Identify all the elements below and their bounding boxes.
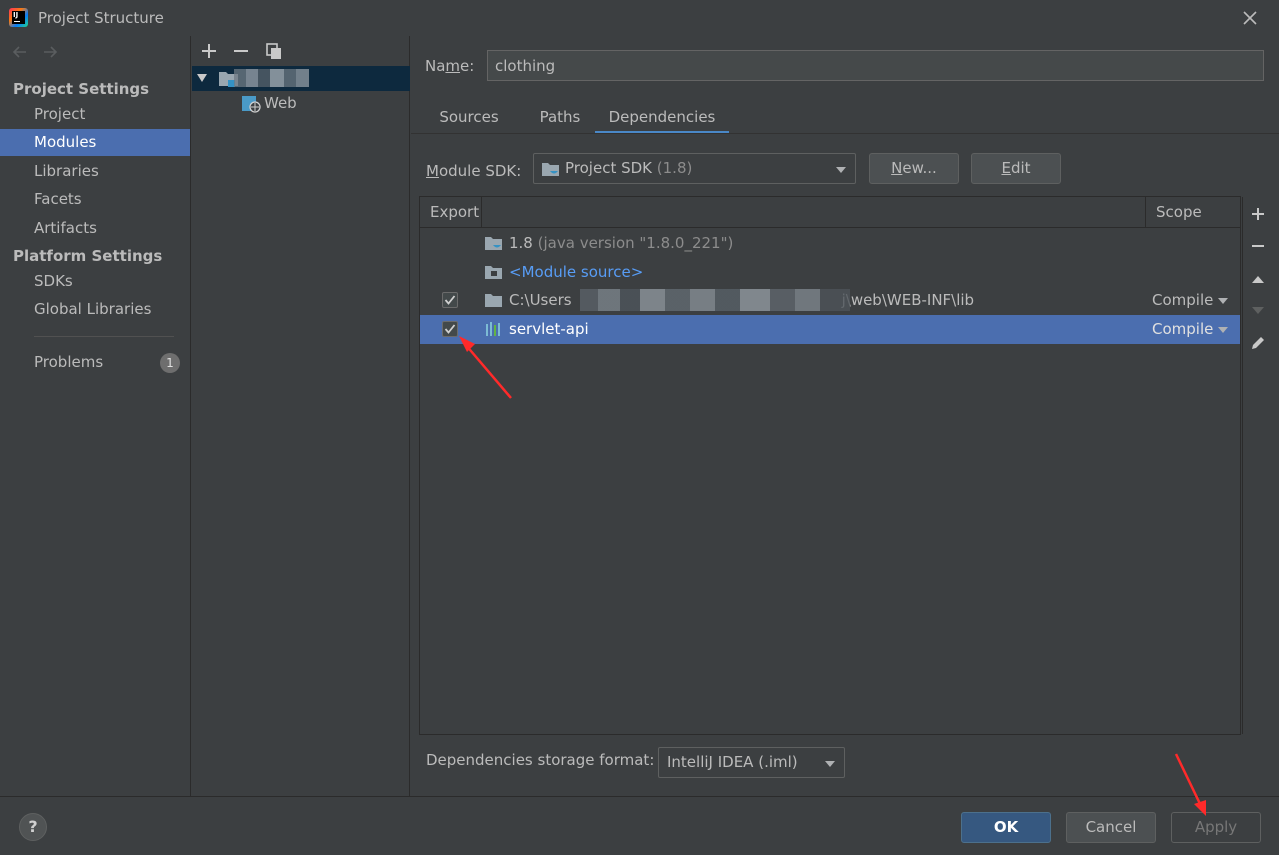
remove-dependency-icon[interactable]: [1247, 235, 1269, 257]
module-source-link[interactable]: <Module source>: [509, 263, 643, 281]
tab-sources[interactable]: Sources: [423, 100, 515, 134]
module-name-input[interactable]: [487, 50, 1264, 81]
platform-settings-title: Platform Settings: [13, 247, 163, 265]
library-icon: [486, 322, 500, 336]
web-facet-icon: [242, 96, 261, 113]
table-header: Export Scope: [420, 197, 1240, 228]
check-icon: [444, 324, 456, 334]
table-toolbar: [1242, 197, 1272, 734]
jdk-folder-icon: [485, 237, 502, 250]
column-export[interactable]: Export: [430, 197, 479, 228]
column-separator: [1145, 197, 1146, 228]
check-icon: [444, 295, 456, 305]
dependencies-table: Export Scope 1.8 (java version "1.8.0_22…: [419, 196, 1241, 735]
dependency-name: servlet-api: [509, 320, 589, 338]
chevron-down-icon: [836, 167, 846, 173]
export-checkbox[interactable]: [442, 321, 458, 337]
name-label: Name:: [425, 57, 475, 75]
settings-sidebar: Project Settings Project Modules Librari…: [0, 36, 191, 796]
table-row[interactable]: C:\Users j\web\WEB-INF\lib Compile: [420, 286, 1240, 315]
storage-format-dropdown[interactable]: IntelliJ IDEA (.iml): [658, 747, 845, 778]
chevron-down-icon: [1218, 297, 1229, 304]
sidebar-item-global-libraries[interactable]: Global Libraries: [0, 296, 190, 323]
move-down-icon[interactable]: [1247, 299, 1269, 321]
remove-icon[interactable]: [230, 40, 252, 62]
sidebar-item-project[interactable]: Project: [0, 101, 190, 128]
chevron-down-icon: [825, 761, 835, 767]
sidebar-divider: [34, 336, 174, 337]
folder-icon: [485, 294, 502, 307]
add-icon[interactable]: [198, 40, 220, 62]
move-up-icon[interactable]: [1247, 268, 1269, 290]
apply-button[interactable]: Apply: [1171, 812, 1261, 843]
close-icon[interactable]: [1240, 8, 1260, 28]
tree-item-web-facet[interactable]: Web: [192, 91, 410, 116]
scope-dropdown[interactable]: Compile: [1152, 320, 1229, 338]
web-facet-label: Web: [264, 94, 297, 112]
storage-format-value: IntelliJ IDEA (.iml): [667, 753, 798, 771]
sdk-version: (1.8): [656, 159, 693, 177]
tab-paths[interactable]: Paths: [527, 100, 593, 134]
sidebar-item-sdks[interactable]: SDKs: [0, 268, 190, 295]
copy-icon[interactable]: [263, 40, 285, 62]
sdk-value: Project SDK: [565, 159, 652, 177]
problems-label: Problems: [34, 353, 104, 371]
module-sdk-dropdown[interactable]: Project SDK (1.8): [533, 153, 856, 184]
cancel-button[interactable]: Cancel: [1066, 812, 1156, 843]
back-arrow-icon[interactable]: [10, 42, 30, 62]
tab-dependencies[interactable]: Dependencies: [595, 100, 729, 134]
ok-button[interactable]: OK: [961, 812, 1051, 843]
table-row[interactable]: 1.8 (java version "1.8.0_221"): [420, 229, 1240, 258]
table-row[interactable]: <Module source>: [420, 258, 1240, 287]
window-title: Project Structure: [38, 9, 164, 27]
tree-item-module[interactable]: [192, 66, 410, 91]
scope-dropdown[interactable]: Compile: [1152, 291, 1229, 309]
edit-sdk-button[interactable]: Edit: [971, 153, 1061, 184]
intellij-logo-icon: IJ: [9, 8, 28, 27]
module-tree-panel: Web: [192, 36, 410, 796]
sidebar-item-libraries[interactable]: Libraries: [0, 158, 190, 185]
column-separator: [481, 197, 482, 228]
table-row[interactable]: servlet-api Compile: [420, 315, 1240, 344]
project-settings-title: Project Settings: [13, 80, 150, 98]
redacted-path: [580, 289, 850, 311]
chevron-down-icon: [1218, 326, 1229, 333]
module-details-panel: Name: Sources Paths Dependencies Module …: [411, 36, 1279, 796]
sidebar-item-problems[interactable]: Problems 1: [0, 349, 190, 376]
dialog-footer: ? OK Cancel Apply: [0, 796, 1279, 855]
expand-triangle-icon[interactable]: [197, 73, 207, 83]
module-source-folder-icon: [485, 266, 502, 279]
tabs-divider: [411, 133, 1279, 134]
sidebar-item-facets[interactable]: Facets: [0, 186, 190, 213]
forward-arrow-icon[interactable]: [40, 42, 60, 62]
new-sdk-button[interactable]: New...: [869, 153, 959, 184]
edit-pencil-icon[interactable]: [1247, 332, 1269, 354]
sidebar-item-artifacts[interactable]: Artifacts: [0, 215, 190, 242]
column-scope[interactable]: Scope: [1156, 197, 1202, 228]
sidebar-item-modules[interactable]: Modules: [0, 129, 190, 156]
add-dependency-icon[interactable]: [1247, 203, 1269, 225]
help-button[interactable]: ?: [19, 813, 47, 841]
storage-format-label: Dependencies storage format:: [426, 751, 655, 769]
redacted-module-name: [234, 69, 309, 87]
module-sdk-label: Module SDK:: [426, 162, 522, 180]
export-checkbox[interactable]: [442, 292, 458, 308]
sdk-folder-icon: [542, 163, 559, 176]
problems-count-badge: 1: [160, 353, 180, 373]
dependency-name: 1.8 (java version "1.8.0_221"): [509, 234, 734, 252]
title-bar: IJ Project Structure: [0, 0, 1279, 36]
